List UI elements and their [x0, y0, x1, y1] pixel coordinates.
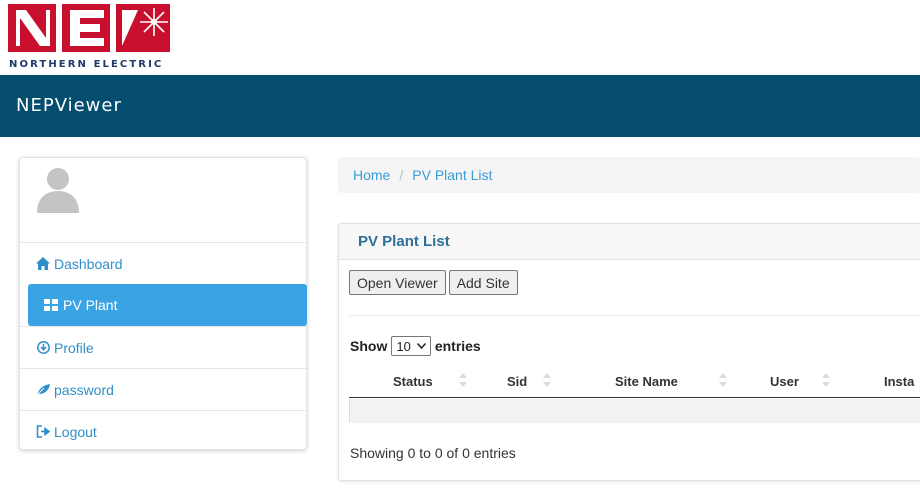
- column-header-label: User: [770, 374, 799, 389]
- sort-icon: [543, 373, 551, 387]
- column-header-label: Sid: [507, 374, 528, 389]
- entries-length-control: Show 10 entries: [350, 336, 481, 356]
- avatar-icon: [37, 168, 79, 213]
- home-icon: [36, 257, 50, 271]
- sidebar-item-logout[interactable]: Logout: [20, 410, 308, 452]
- column-header-label: Status: [393, 374, 433, 389]
- column-header-status[interactable]: Status: [393, 374, 433, 389]
- breadcrumb-home-link[interactable]: Home: [353, 167, 390, 183]
- company-logo: NORTHERN ELECTRIC: [8, 4, 178, 70]
- breadcrumb-separator: /: [399, 167, 404, 183]
- column-header-label: Insta: [884, 374, 915, 389]
- entries-label: entries: [434, 338, 481, 354]
- grid-icon: [44, 298, 58, 312]
- sidebar-item-dashboard[interactable]: Dashboard: [20, 242, 308, 284]
- column-header-label: Site Name: [615, 374, 678, 389]
- sidebar-item-label: Logout: [54, 423, 97, 440]
- add-site-button[interactable]: Add Site: [448, 270, 518, 295]
- sidebar-item-pv-plant[interactable]: PV Plant: [28, 284, 307, 326]
- breadcrumb-current-link[interactable]: PV Plant List: [412, 167, 492, 183]
- top-nav-bar: NEPViewer: [0, 75, 920, 137]
- column-header-site-name[interactable]: Site Name: [615, 374, 678, 389]
- sidebar-item-label: password: [54, 381, 114, 398]
- sidebar-item-label: Profile: [54, 339, 94, 356]
- column-header-user[interactable]: User: [770, 374, 799, 389]
- logo-caption: NORTHERN ELECTRIC: [9, 59, 164, 70]
- sidebar-item-label: Dashboard: [54, 255, 123, 272]
- column-header-sid[interactable]: Sid: [507, 374, 527, 389]
- sidebar-item-profile[interactable]: Profile: [20, 326, 308, 368]
- pv-plant-list-panel: PV Plant List Open Viewer Add Site Show …: [338, 223, 920, 481]
- sort-icon: [459, 373, 467, 387]
- chevron-down-icon: [416, 341, 426, 351]
- sidebar-menu: Dashboard PV Plant Profile password Logo…: [20, 242, 308, 452]
- sidebar-item-label: PV Plant: [63, 297, 118, 313]
- sort-icon: [822, 373, 830, 387]
- app-title[interactable]: NEPViewer: [16, 95, 122, 116]
- table-header: Status Sid Site Name User Insta: [349, 368, 920, 398]
- table-info: Showing 0 to 0 of 0 entries: [350, 445, 516, 461]
- panel-title: PV Plant List: [339, 224, 920, 260]
- sidebar-item-password[interactable]: password: [20, 368, 308, 410]
- sort-icon: [719, 373, 727, 387]
- leaf-icon: [36, 383, 50, 397]
- panel-toolbar: Open Viewer Add Site: [349, 270, 518, 295]
- show-label: Show: [350, 338, 388, 354]
- sidebar: Dashboard PV Plant Profile password Logo…: [19, 157, 308, 452]
- divider: [349, 315, 920, 316]
- open-viewer-button[interactable]: Open Viewer: [349, 270, 446, 295]
- entries-per-page-value: 10: [396, 338, 411, 354]
- download-circle-icon: [36, 341, 50, 355]
- nep-logo-mark: [8, 4, 170, 52]
- column-header-install[interactable]: Insta: [884, 374, 914, 389]
- table-empty-row: [349, 399, 920, 423]
- breadcrumb: Home / PV Plant List: [338, 157, 920, 193]
- entries-per-page-select[interactable]: 10: [391, 336, 431, 356]
- logout-icon: [36, 425, 50, 439]
